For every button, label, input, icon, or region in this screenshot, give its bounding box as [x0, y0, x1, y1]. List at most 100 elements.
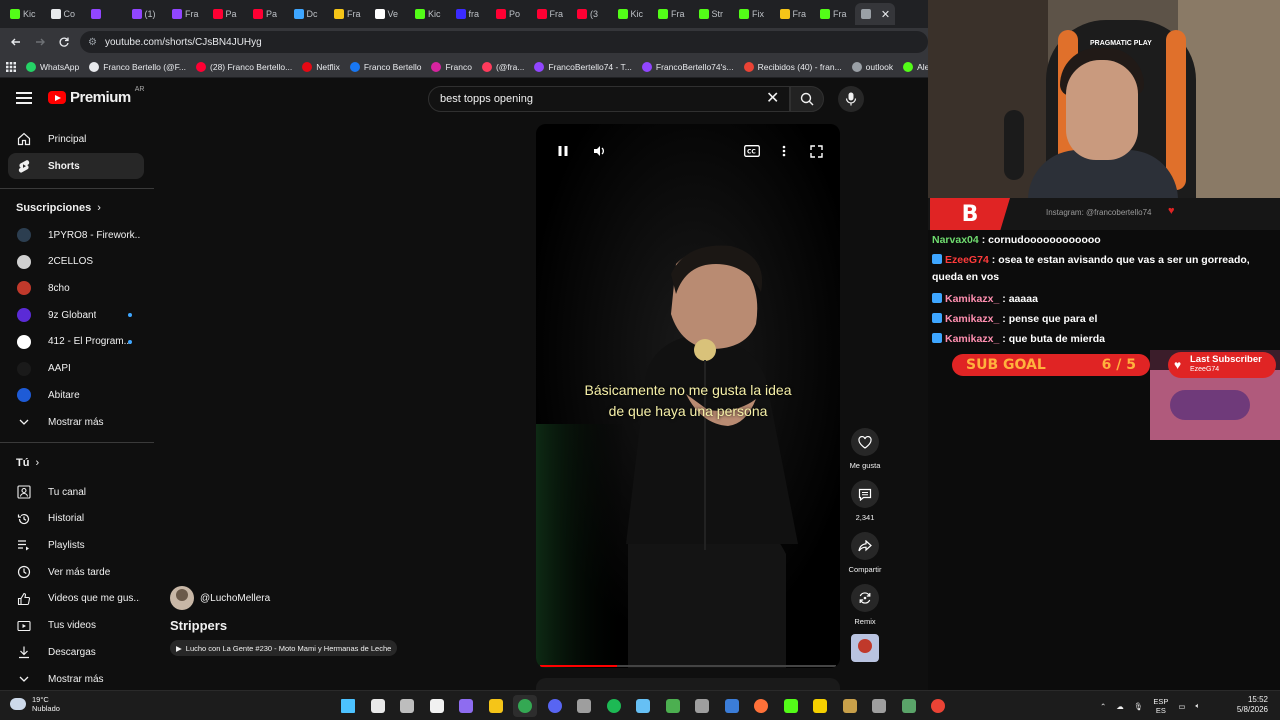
sidebar-item-history[interactable]: Historial	[8, 506, 144, 532]
bookmark-item[interactable]: Franco	[431, 61, 472, 72]
taskbar-app-button[interactable]	[926, 695, 950, 717]
sidebar-item-subscription[interactable]: Abitare	[8, 382, 144, 408]
cloud-sync-icon[interactable]: ☁	[1116, 702, 1124, 711]
sidebar-item-user[interactable]: Tu canal	[8, 479, 144, 505]
tab-close-icon[interactable]: ✕	[879, 8, 893, 21]
taskbar-app-button[interactable]	[661, 695, 685, 717]
volume-button[interactable]	[590, 142, 608, 160]
language-indicator[interactable]: ESP ES	[1153, 697, 1168, 715]
sidebar-item-subscription[interactable]: 8cho	[8, 275, 144, 301]
back-button[interactable]	[4, 30, 28, 54]
clock[interactable]: 15:52 5/8/2026	[1228, 695, 1268, 715]
browser-tab[interactable]: Pa	[207, 3, 248, 25]
comments-action[interactable]: 2,341	[846, 480, 884, 522]
menu-icon[interactable]	[16, 92, 32, 104]
browser-tab[interactable]: Kic	[4, 3, 45, 25]
browser-tab[interactable]: Fra	[774, 3, 815, 25]
share-button[interactable]	[851, 532, 879, 560]
sidebar-item-thumb-up[interactable]: Videos que me gus...	[8, 586, 144, 612]
comments-button[interactable]	[851, 480, 879, 508]
browser-tab[interactable]: (1)	[126, 3, 167, 25]
chevron-up-icon[interactable]: ⌃	[1100, 702, 1106, 711]
browser-tab[interactable]: Po	[490, 3, 531, 25]
taskbar-app-button[interactable]	[513, 695, 537, 717]
sidebar-item-subscription[interactable]: AAPI	[8, 356, 144, 382]
network-icon[interactable]: ▭	[1178, 702, 1185, 711]
sidebar-item-video[interactable]: Tus videos	[8, 613, 144, 639]
browser-tab[interactable]: Fra	[328, 3, 369, 25]
site-info-icon[interactable]: ⚙	[88, 37, 97, 48]
volume-tray-icon[interactable]: 🔈︎	[1195, 701, 1200, 711]
taskbar-app-button[interactable]	[336, 695, 360, 717]
bookmark-item[interactable]: Recibidos (40) - fran...	[743, 61, 842, 72]
related-video-link[interactable]: ▶ Lucho con La Gente #230 - Moto Mami y …	[170, 640, 398, 656]
bookmark-item[interactable]: Netflix	[302, 61, 340, 72]
bookmark-item[interactable]: Alert	[903, 61, 928, 72]
share-action[interactable]: Compartir	[846, 532, 884, 574]
search-button[interactable]	[790, 86, 824, 112]
browser-tab[interactable]: Ve	[369, 3, 410, 25]
like-button[interactable]	[851, 428, 879, 456]
show-more-you[interactable]: Mostrar más	[8, 666, 144, 690]
browser-tab[interactable]	[85, 3, 126, 25]
next-short-preview[interactable]	[536, 678, 840, 690]
subscriptions-header[interactable]: Suscripciones ›	[16, 202, 101, 214]
browser-tab[interactable]: Fix	[733, 3, 774, 25]
browser-tab[interactable]: Co	[45, 3, 86, 25]
channel-avatar[interactable]	[170, 586, 194, 610]
channel-name[interactable]: @LuchoMellera	[200, 593, 270, 604]
taskbar-app-button[interactable]	[484, 695, 508, 717]
like-action[interactable]: Me gusta	[846, 428, 884, 470]
bookmark-item[interactable]: Franco Bertello	[349, 61, 421, 72]
channel-info[interactable]: @LuchoMellera	[170, 586, 270, 610]
taskbar-app-button[interactable]	[720, 695, 744, 717]
bookmark-item[interactable]: Franco Bertello (@F...	[89, 61, 186, 72]
browser-tab[interactable]: Dc	[288, 3, 329, 25]
bookmark-item[interactable]: (28) Franco Bertello...	[196, 61, 292, 72]
more-options-button[interactable]	[775, 142, 793, 160]
omnibox[interactable]: ⚙ youtube.com/shorts/CJsBN4JUHyg	[80, 31, 928, 53]
sidebar-item-subscription[interactable]: 1PYRO8 - Firework...	[8, 222, 144, 248]
browser-tab[interactable]: Fra	[531, 3, 572, 25]
browser-tab[interactable]: ✕	[854, 3, 895, 25]
sidebar-item-download[interactable]: Descargas	[8, 639, 144, 665]
taskbar-app-button[interactable]	[543, 695, 567, 717]
you-header[interactable]: Tú ›	[16, 457, 39, 469]
taskbar-app-button[interactable]	[366, 695, 390, 717]
sidebar-item-principal[interactable]: Principal	[8, 126, 144, 152]
taskbar-app-button[interactable]	[749, 695, 773, 717]
sidebar-item-subscription[interactable]: 412 - El Program...	[8, 329, 144, 355]
bookmark-item[interactable]: FrancoBertello74 - T...	[534, 61, 632, 72]
browser-tab[interactable]: (3	[571, 3, 612, 25]
browser-tab[interactable]: Str	[693, 3, 734, 25]
taskbar-app-button[interactable]	[690, 695, 714, 717]
clear-search-icon[interactable]: ✕	[766, 90, 779, 108]
taskbar-app-button[interactable]	[838, 695, 862, 717]
youtube-logo[interactable]: Premium AR	[48, 86, 144, 106]
sidebar-item-clock[interactable]: Ver más tarde	[8, 559, 144, 585]
browser-tab[interactable]: fra	[450, 3, 491, 25]
taskbar-app-button[interactable]	[602, 695, 626, 717]
browser-tab[interactable]: Pa	[247, 3, 288, 25]
sidebar-item-subscription[interactable]: 2CELLOS	[8, 249, 144, 275]
browser-tab[interactable]: Fra	[814, 3, 855, 25]
sidebar-item-playlist[interactable]: Playlists	[8, 532, 144, 558]
show-more-subscriptions[interactable]: Mostrar más	[8, 409, 144, 435]
browser-tab[interactable]: Fra	[166, 3, 207, 25]
browser-tab[interactable]: Kic	[409, 3, 450, 25]
mic-tray-icon[interactable]: 🎙︎	[1134, 702, 1144, 711]
taskbar-app-button[interactable]	[808, 695, 832, 717]
browser-tab[interactable]: Kic	[612, 3, 653, 25]
taskbar-app-button[interactable]	[779, 695, 803, 717]
taskbar-app-button[interactable]	[897, 695, 921, 717]
reload-button[interactable]	[52, 30, 76, 54]
bookmark-item[interactable]: WhatsApp	[26, 61, 79, 72]
bookmark-item[interactable]: outlook	[851, 61, 893, 72]
weather-widget[interactable]: 19°C Nublado	[10, 695, 60, 713]
taskbar-app-button[interactable]	[867, 695, 891, 717]
pause-button[interactable]	[554, 142, 572, 160]
browser-tab[interactable]: Fra	[652, 3, 693, 25]
apps-grid-icon[interactable]	[6, 61, 16, 72]
taskbar-app-button[interactable]	[454, 695, 478, 717]
captions-button[interactable]: CC	[743, 142, 761, 160]
